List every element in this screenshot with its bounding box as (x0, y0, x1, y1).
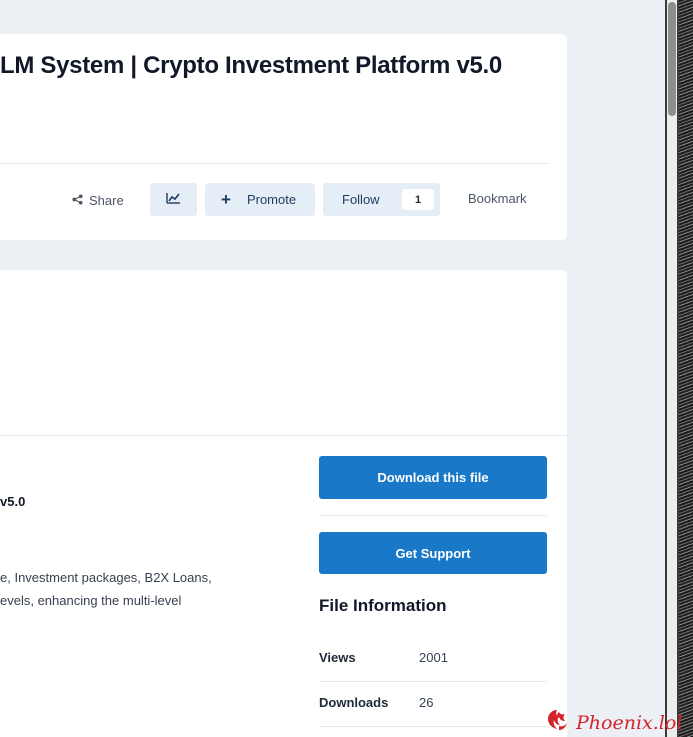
download-button[interactable]: Download this file (319, 456, 547, 499)
get-support-button[interactable]: Get Support (319, 532, 547, 574)
bookmark-button[interactable]: Bookmark (468, 191, 527, 206)
description-line: evels, enhancing the multi-level (0, 593, 182, 608)
page-title: LM System | Crypto Investment Platform v… (0, 52, 502, 79)
version-heading: v5.0 (0, 494, 26, 509)
share-icon (72, 193, 83, 208)
info-value: 2001 (419, 650, 448, 665)
divider (0, 163, 548, 164)
info-value: 26 (419, 695, 434, 710)
share-button[interactable]: Share (72, 191, 124, 209)
follow-button[interactable]: Follow 1 (323, 183, 440, 216)
divider (319, 515, 547, 516)
description-line: e, Investment packages, B2X Loans, (0, 570, 212, 585)
phoenix-logo-icon (544, 708, 570, 737)
info-label: Views (319, 650, 356, 665)
info-row-downloads: Downloads 26 (319, 682, 547, 727)
share-label: Share (89, 192, 124, 208)
file-information-heading: File Information (319, 596, 447, 615)
watermark-text: Phoenix.lol (576, 711, 683, 734)
file-description: e, Investment packages, B2X Loans, evels… (0, 566, 270, 612)
file-banner (0, 270, 567, 435)
info-label: Downloads (319, 695, 389, 710)
follow-label: Follow (342, 192, 380, 207)
background-edge (679, 0, 693, 737)
stats-button[interactable] (150, 183, 197, 216)
watermark-logo: Phoenix.lol (544, 708, 682, 737)
follow-count-badge: 1 (402, 189, 434, 210)
promote-label: Promote (246, 192, 297, 207)
info-row-views: Views 2001 (319, 637, 547, 682)
plus-icon: + (221, 189, 231, 209)
chart-icon (166, 192, 181, 207)
promote-button[interactable]: + Promote (205, 183, 315, 216)
divider (0, 435, 567, 436)
scrollbar-thumb[interactable] (668, 2, 676, 116)
